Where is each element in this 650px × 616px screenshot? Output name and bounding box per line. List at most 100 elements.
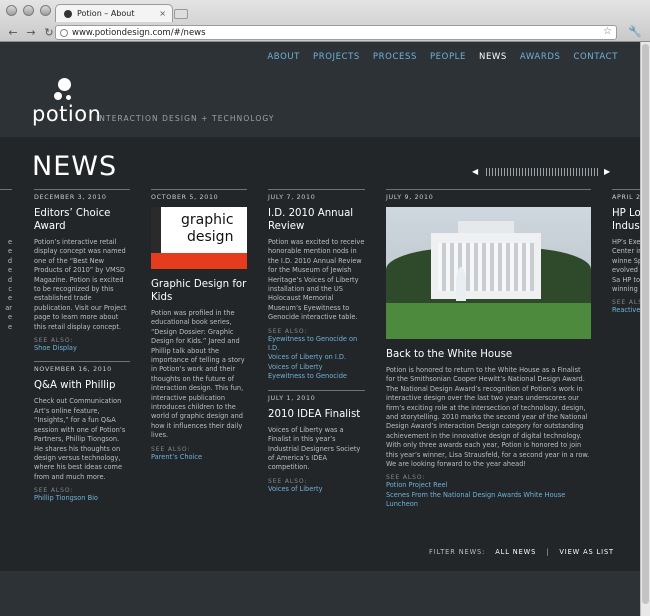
- entry-body: HP’s Execu Center in the winne Space Aw …: [612, 238, 640, 294]
- entry-rule: [34, 189, 130, 190]
- white-house-photo: [386, 207, 591, 339]
- entry-headline[interactable]: HP Lo Indust: [612, 207, 640, 233]
- see-also-label: SEE ALSO: [612, 299, 640, 307]
- see-also-label: SEE ALSO:: [268, 477, 308, 485]
- nav-item-projects[interactable]: PROJECTS: [313, 52, 360, 62]
- entry-headline[interactable]: Back to the White House: [386, 348, 591, 361]
- see-also-link[interactable]: Scenes From the National Design Awards W…: [386, 491, 591, 510]
- entry-rule: [268, 189, 365, 190]
- nav-item-contact[interactable]: CONTACT: [573, 52, 618, 62]
- see-also-link[interactable]: Voices of Liberty: [268, 485, 365, 494]
- close-window-button[interactable]: [6, 5, 17, 16]
- see-also-label: SEE ALSO:: [386, 474, 426, 482]
- nav-item-process[interactable]: PROCESS: [373, 52, 417, 62]
- entry-rule: [268, 389, 365, 391]
- see-also-link[interactable]: Phillip Tiongson Bio: [34, 494, 130, 503]
- back-arrow-icon[interactable]: ←: [6, 25, 20, 39]
- entry-headline[interactable]: 2010 IDEA Finalist: [268, 408, 365, 421]
- news-column-3: JULY 7, 2010 I.D. 2010 Annual Review Potio…: [268, 189, 365, 494]
- entry-rule: [34, 361, 130, 363]
- book-red-band: [151, 253, 247, 269]
- entry-date: OCTOBER 5, 2010: [151, 194, 219, 201]
- photo-fountain: [456, 267, 466, 301]
- entry-headline[interactable]: Graphic Design for Kids: [151, 278, 247, 304]
- news-entry: OCTOBER 5, 2010 graphic design Graphic Desi…: [151, 189, 247, 462]
- entry-headline[interactable]: I.D. 2010 Annual Review: [268, 207, 365, 233]
- book-title-line: design: [187, 229, 234, 245]
- forward-arrow-icon[interactable]: →: [24, 25, 38, 39]
- tab-title: Potion – About: [77, 9, 135, 18]
- entry-body: Potion was excited to receive honorable …: [268, 238, 365, 322]
- clipped-text-line: e: [7, 313, 12, 322]
- see-also-link[interactable]: Voices of Liberty: [268, 363, 365, 372]
- entry-date: APRIL 2: [612, 194, 640, 201]
- tagline: INTERACTION DESIGN + TECHNOLOGY: [96, 114, 275, 123]
- pager-prev-icon[interactable]: ◀: [472, 167, 478, 176]
- news-column-5-clipped: APRIL 2 HP Lo Indust HP’s Execu Center in …: [612, 189, 640, 316]
- book-title-line: graphic: [181, 212, 234, 228]
- nav-item-people[interactable]: PEOPLE: [430, 52, 466, 62]
- reload-icon[interactable]: ↻: [42, 25, 56, 39]
- entry-body: Potion is honored to return to the White…: [386, 366, 590, 469]
- address-url: www.potiondesign.com/#/news: [72, 27, 206, 38]
- news-entry: DECEMBER 3, 2010 Editors’ Choice Award Pot…: [34, 189, 130, 353]
- news-entry: NOVEMBER 16, 2010 Q&A with Phillip Check o…: [34, 361, 130, 503]
- news-column-4: JULY 9, 2010 Back to the White House Potio…: [386, 189, 591, 510]
- news-column-clipped-left: e e d e d c e ar e e: [0, 189, 12, 332]
- bookmark-star-icon[interactable]: ☆: [603, 26, 612, 37]
- entry-rule: [386, 189, 591, 190]
- vertical-scrollbar[interactable]: [640, 42, 650, 616]
- see-also-link[interactable]: Shoe Display: [34, 344, 130, 353]
- filter-separator: |: [546, 548, 550, 556]
- favicon-icon: [64, 9, 72, 18]
- entry-date: JULY 1, 2010: [268, 394, 316, 402]
- browser-tab[interactable]: Potion – About ×: [55, 4, 173, 22]
- see-also-label: SEE ALSO:: [34, 337, 74, 345]
- entry-body: Potion was profiled in the educational b…: [151, 309, 245, 440]
- news-entry: JULY 1, 2010 2010 IDEA Finalist Voices of …: [268, 389, 365, 494]
- see-also-link[interactable]: Eyewitness to Genocide: [268, 372, 365, 381]
- pager-scrubber[interactable]: [486, 168, 598, 176]
- see-also-link[interactable]: Parent’s Choice: [151, 453, 247, 462]
- minimize-window-button[interactable]: [23, 5, 34, 16]
- window-controls: [6, 5, 51, 16]
- zoom-window-button[interactable]: [40, 5, 51, 16]
- wrench-icon[interactable]: 🔧: [628, 25, 642, 38]
- nav-item-news[interactable]: NEWS: [479, 52, 507, 62]
- pager-next-icon[interactable]: ▶: [604, 167, 610, 176]
- page-viewport: ABOUT PROJECTS PROCESS PEOPLE NEWS AWARDS CONT…: [0, 42, 640, 616]
- nav-item-awards[interactable]: AWARDS: [520, 52, 561, 62]
- address-bar[interactable]: www.potiondesign.com/#/news ☆: [55, 25, 617, 40]
- entry-headline[interactable]: Editors’ Choice Award: [34, 207, 130, 233]
- clipped-text-line: ar: [5, 303, 12, 312]
- entry-date: JULY 7, 2010: [268, 194, 316, 201]
- photo-cols: [438, 243, 534, 291]
- nav-item-about[interactable]: ABOUT: [267, 52, 300, 62]
- entry-date: NOVEMBER 16, 2010: [34, 366, 112, 374]
- logo-dot-large: [58, 78, 71, 91]
- entry-body: Voices of Liberty was a Finalist in this…: [268, 425, 361, 472]
- new-tab-button[interactable]: [174, 9, 188, 19]
- view-as-list-link[interactable]: VIEW AS LIST: [559, 548, 614, 556]
- see-also-label: SEE ALSO:: [151, 445, 191, 453]
- news-entry: JULY 9, 2010 Back to the White House Potio…: [386, 189, 591, 510]
- see-also-link[interactable]: Potion Project Reel: [386, 481, 591, 490]
- see-also-label: SEE ALSO:: [34, 487, 74, 495]
- clipped-text-line: e: [7, 266, 12, 275]
- entry-body: Potion’s interactive retail display conc…: [34, 238, 127, 331]
- see-also-link[interactable]: Reactive C: [612, 306, 640, 315]
- filter-label: FILTER NEWS:: [429, 548, 486, 556]
- filter-all-news-link[interactable]: ALL NEWS: [495, 548, 536, 556]
- clipped-text-line: e: [7, 247, 12, 256]
- column-rule: [0, 189, 12, 190]
- clipped-text-line: e: [7, 238, 12, 246]
- entry-date: JULY 9, 2010: [386, 194, 434, 201]
- entry-headline[interactable]: Q&A with Phillip: [34, 379, 130, 392]
- see-also-link[interactable]: Eyewitness to Genocide on I.D.: [268, 335, 365, 354]
- see-also-label: SEE ALSO:: [268, 327, 308, 335]
- scrollbar-thumb[interactable]: [642, 44, 649, 604]
- clipped-text-line: d: [7, 275, 12, 284]
- masthead: ABOUT PROJECTS PROCESS PEOPLE NEWS AWARDS CONT…: [0, 42, 640, 137]
- tab-close-icon[interactable]: ×: [159, 9, 166, 18]
- see-also-link[interactable]: Voices of Liberty on I.D.: [268, 353, 365, 362]
